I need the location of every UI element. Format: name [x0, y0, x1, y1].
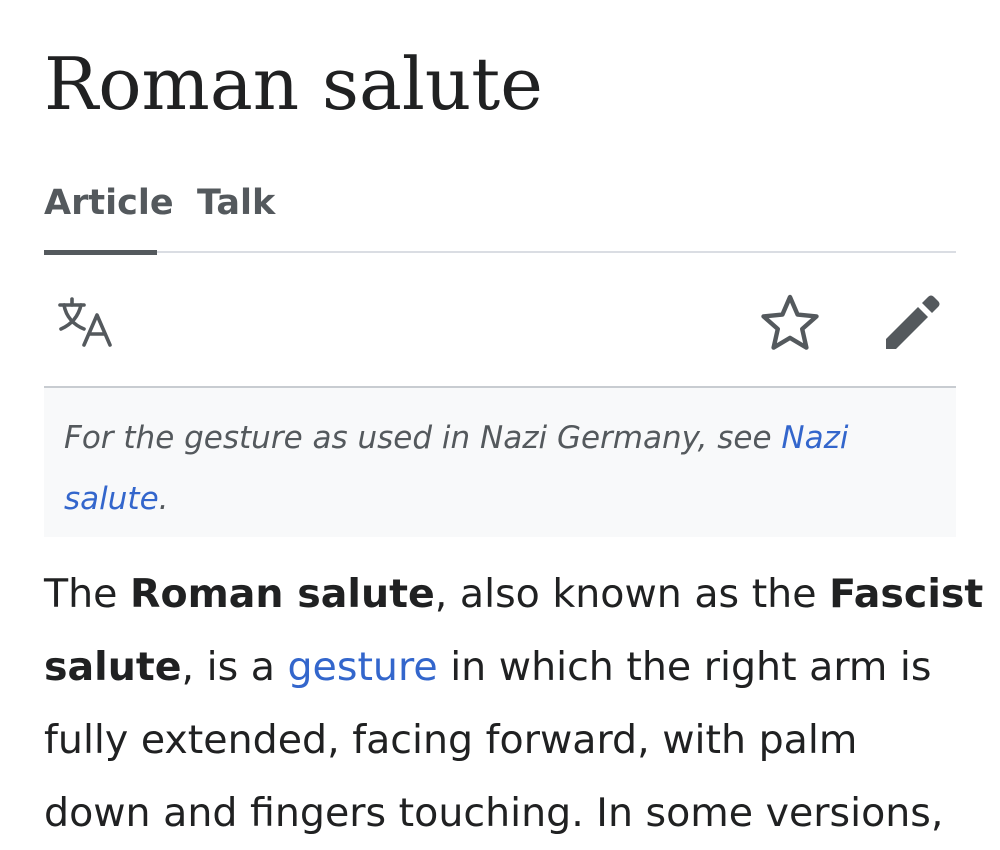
- namespace-tabs: Article Talk: [44, 178, 956, 255]
- lead-text: , is a: [181, 644, 288, 690]
- nazi-salute-link-part2[interactable]: salute: [64, 481, 159, 517]
- hatnote-period: .: [158, 481, 169, 517]
- lead-line-3: fully extended, facing forward, with pal…: [44, 717, 858, 763]
- language-button[interactable]: [54, 291, 118, 355]
- lead-text: , also known as the: [434, 571, 830, 617]
- bold-term: Roman salute: [130, 571, 435, 617]
- lead-text: The: [44, 571, 131, 617]
- lead-paragraph: The Roman salute, also known as the Fasc…: [44, 558, 983, 850]
- lead-text: in which the right arm is: [437, 644, 932, 690]
- lead-line-1: The Roman salute, also known as the Fasc…: [44, 558, 983, 631]
- language-icon: [58, 297, 112, 347]
- nazi-salute-link-part1[interactable]: Nazi: [781, 420, 848, 456]
- gesture-link[interactable]: gesture: [287, 644, 437, 690]
- bold-term: salute: [44, 644, 182, 690]
- lead-line-2: salute, is a gesture in which the right …: [44, 631, 964, 704]
- tab-talk[interactable]: Talk: [197, 178, 275, 253]
- edit-pencil-icon: [886, 295, 940, 349]
- star-icon: [761, 294, 819, 350]
- page-title: Roman salute: [44, 42, 543, 126]
- bold-term: Fascist: [829, 571, 984, 617]
- hatnote-text: For the gesture as used in Nazi Germany,…: [64, 420, 782, 456]
- lead-line-4: down and fingers touching. In some versi…: [44, 790, 944, 836]
- hatnote: For the gesture as used in Nazi Germany,…: [44, 388, 956, 537]
- edit-button[interactable]: [880, 291, 944, 355]
- page-actions-toolbar: [44, 253, 956, 388]
- tab-article[interactable]: Article: [44, 178, 174, 255]
- watch-star-button[interactable]: [758, 291, 822, 355]
